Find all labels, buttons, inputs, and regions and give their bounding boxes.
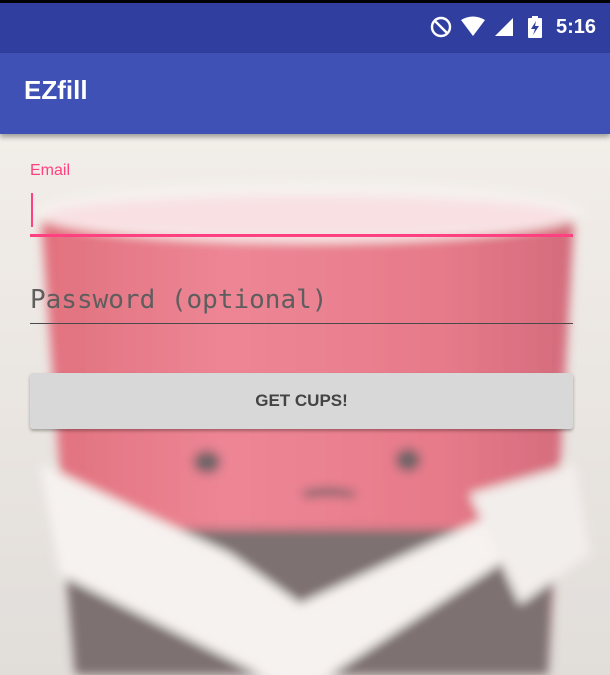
get-cups-button[interactable]: GET CUPS! bbox=[30, 373, 573, 429]
cell-signal-icon bbox=[494, 17, 514, 37]
app-bar: EZfill bbox=[0, 53, 610, 134]
wifi-icon bbox=[460, 16, 486, 38]
battery-charging-icon bbox=[527, 16, 542, 38]
email-field[interactable] bbox=[30, 186, 573, 232]
password-underline bbox=[30, 323, 573, 324]
text-cursor bbox=[31, 193, 33, 227]
status-bar: 5:16 bbox=[0, 0, 610, 53]
status-icons: 5:16 bbox=[430, 12, 596, 42]
do-not-disturb-icon bbox=[430, 16, 452, 38]
email-label: Email bbox=[30, 162, 71, 179]
password-field[interactable] bbox=[30, 280, 573, 320]
app-title: EZfill bbox=[24, 75, 88, 105]
email-underline bbox=[30, 234, 573, 237]
status-time: 5:16 bbox=[555, 15, 596, 38]
